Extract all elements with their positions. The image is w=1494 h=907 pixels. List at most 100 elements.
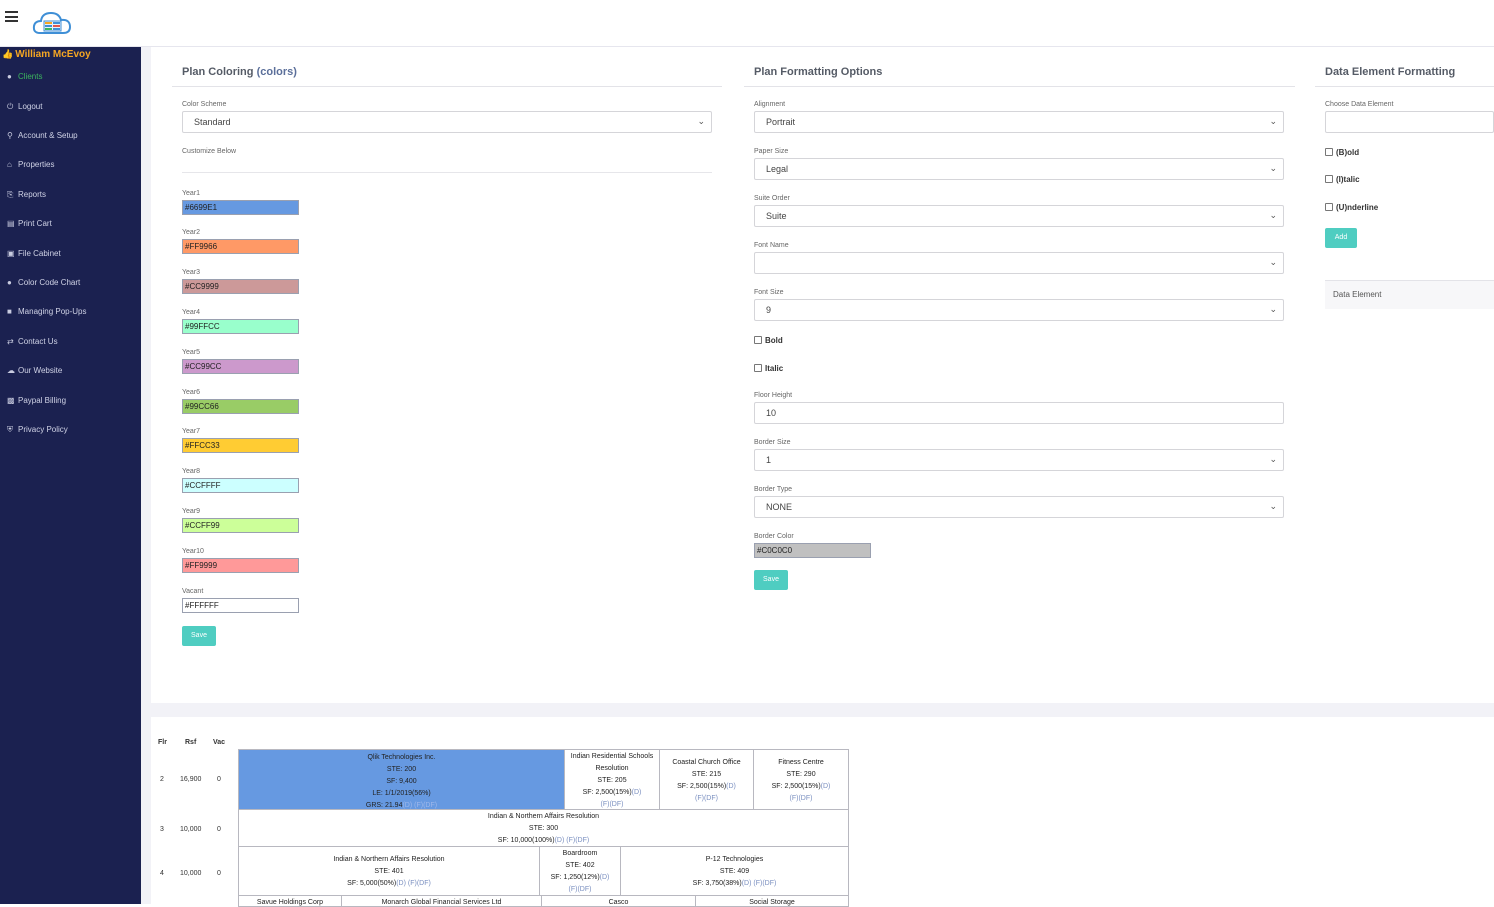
d-link[interactable]: (D) bbox=[396, 880, 406, 887]
sidebar-item-our-website[interactable]: ☁ Our Website bbox=[7, 366, 62, 375]
year7-color-input[interactable]: #FFCC33 bbox=[182, 438, 299, 453]
user-name[interactable]: 👍 William McEvoy bbox=[2, 49, 91, 60]
suite-cell[interactable]: Casco bbox=[541, 895, 696, 907]
sidebar-item-logout[interactable]: ⏻ Logout bbox=[7, 102, 42, 112]
df-link[interactable]: (DF) bbox=[762, 880, 776, 887]
df-link[interactable]: (DF) bbox=[798, 795, 812, 802]
df-link[interactable]: (DF) bbox=[609, 801, 623, 808]
year5-label: Year5 bbox=[182, 349, 201, 356]
border-size-label: Border Size bbox=[754, 439, 791, 446]
f-link[interactable]: (F) bbox=[566, 837, 575, 844]
font-name-select[interactable]: ⌄ bbox=[754, 252, 1284, 274]
vacant-color-input[interactable]: #FFFFFF bbox=[182, 598, 299, 613]
d-link[interactable]: (D) bbox=[742, 880, 752, 887]
settings-panel: Plan Coloring (colors) Color Scheme Stan… bbox=[151, 47, 1494, 703]
divider bbox=[172, 86, 722, 87]
suite-cell[interactable]: P-12 Technologies STE: 409 SF: 3,750(38%… bbox=[620, 846, 849, 896]
d-link[interactable]: (D) bbox=[600, 874, 610, 881]
year4-color-input[interactable]: #99FFCC bbox=[182, 319, 299, 334]
suite-cell[interactable]: Indian Residential Schools Resolution ST… bbox=[564, 749, 660, 810]
sidebar-item-file-cabinet[interactable]: ▣ File Cabinet bbox=[7, 249, 61, 258]
checkbox-box[interactable] bbox=[754, 336, 762, 344]
home-icon: ⌂ bbox=[7, 160, 12, 169]
floor-height-input[interactable]: 10 bbox=[754, 402, 1284, 424]
border-type-select[interactable]: NONE ⌄ bbox=[754, 496, 1284, 518]
sidebar-item-paypal-billing[interactable]: ▩ Paypal Billing bbox=[7, 396, 66, 405]
year3-color-input[interactable]: #CC9999 bbox=[182, 279, 299, 294]
suite-cell[interactable]: Coastal Church Office STE: 215 SF: 2,500… bbox=[659, 749, 754, 810]
df-link[interactable]: (DF) bbox=[417, 880, 431, 887]
suite-cell[interactable]: Monarch Global Financial Services Ltd bbox=[341, 895, 542, 907]
sidebar-item-contact-us[interactable]: ⇄ Contact Us bbox=[7, 337, 58, 346]
sidebar-item-clients[interactable]: ● Clients bbox=[7, 72, 42, 81]
border-size-select[interactable]: 1 ⌄ bbox=[754, 449, 1284, 471]
year8-color-input[interactable]: #CCFFFF bbox=[182, 478, 299, 493]
choose-data-element-select[interactable] bbox=[1325, 111, 1494, 133]
df-link[interactable]: (DF) bbox=[423, 802, 437, 809]
border-color-input[interactable]: #C0C0C0 bbox=[754, 543, 871, 558]
f-link[interactable]: (F) bbox=[408, 880, 417, 887]
formatting-save-button[interactable]: Save bbox=[754, 570, 788, 590]
hamburger-menu-icon[interactable] bbox=[5, 11, 18, 22]
sidebar-item-color-code-chart[interactable]: ● Color Code Chart bbox=[7, 278, 80, 287]
bold-checkbox[interactable]: Bold bbox=[754, 336, 783, 345]
d-link[interactable]: (D) bbox=[726, 783, 736, 790]
year9-color-input[interactable]: #CCFF99 bbox=[182, 518, 299, 533]
italic-checkbox[interactable]: Italic bbox=[754, 364, 783, 373]
df-link[interactable]: (DF) bbox=[704, 795, 718, 802]
suite-order-select[interactable]: Suite ⌄ bbox=[754, 205, 1284, 227]
year4-label: Year4 bbox=[182, 309, 201, 316]
checkbox-box[interactable] bbox=[1325, 175, 1333, 183]
power-icon: ⏻ bbox=[7, 102, 14, 111]
d-link[interactable]: (D) bbox=[632, 789, 642, 796]
year6-label: Year6 bbox=[182, 389, 201, 396]
d-link[interactable]: (D) bbox=[402, 802, 412, 809]
checkbox-box[interactable] bbox=[1325, 203, 1333, 211]
de-underline-checkbox[interactable]: (U)nderline bbox=[1325, 203, 1378, 212]
sidebar-item-managing-pop-ups[interactable]: ■ Managing Pop-Ups bbox=[7, 307, 86, 316]
year1-color-input[interactable]: #6699E1 bbox=[182, 200, 299, 215]
f-link[interactable]: (F) bbox=[695, 795, 704, 802]
colors-link[interactable]: (colors) bbox=[257, 66, 297, 78]
suite-cell[interactable]: Social Storage bbox=[695, 895, 849, 907]
checkbox-box[interactable] bbox=[754, 364, 762, 372]
alignment-select[interactable]: Portrait ⌄ bbox=[754, 111, 1284, 133]
d-link[interactable]: (D) bbox=[821, 783, 831, 790]
year6-color-input[interactable]: #99CC66 bbox=[182, 399, 299, 414]
sidebar-item-reports[interactable]: ⎘ Reports bbox=[7, 190, 46, 200]
cloud-spreadsheet-logo-icon[interactable] bbox=[32, 9, 72, 37]
border-type-label: Border Type bbox=[754, 486, 793, 493]
suite-cell[interactable]: Savue Holdings Corp bbox=[238, 895, 342, 907]
choose-data-element-label: Choose Data Element bbox=[1325, 101, 1394, 108]
add-data-element-button[interactable]: Add bbox=[1325, 228, 1357, 248]
year2-label: Year2 bbox=[182, 229, 201, 236]
year2-color-input[interactable]: #FF9966 bbox=[182, 239, 299, 254]
d-link[interactable]: (D) bbox=[555, 837, 565, 844]
f-link[interactable]: (F) bbox=[753, 880, 762, 887]
suite-cell[interactable]: Fitness Centre STE: 290 SF: 2,500(15%)(D… bbox=[753, 749, 849, 810]
f-link[interactable]: (F) bbox=[414, 802, 423, 809]
year9-label: Year9 bbox=[182, 508, 201, 515]
year5-color-input[interactable]: #CC99CC bbox=[182, 359, 299, 374]
sidebar-item-account-setup[interactable]: ⚲ Account & Setup bbox=[7, 131, 78, 140]
year10-color-input[interactable]: #FF9999 bbox=[182, 558, 299, 573]
de-italic-checkbox[interactable]: (I)talic bbox=[1325, 175, 1360, 184]
checkbox-box[interactable] bbox=[1325, 148, 1333, 156]
color-scheme-select[interactable]: Standard ⌄ bbox=[182, 111, 712, 133]
suite-cell[interactable]: Boardroom STE: 402 SF: 1,250(12%)(D) (F)… bbox=[539, 846, 621, 896]
suite-cell[interactable]: Indian & Northern Affairs Resolution STE… bbox=[238, 846, 540, 896]
font-size-select[interactable]: 9 ⌄ bbox=[754, 299, 1284, 321]
sidebar-item-properties[interactable]: ⌂ Properties bbox=[7, 160, 54, 169]
floor-rsf: 10,000 bbox=[180, 870, 202, 877]
suite-cell[interactable]: Indian & Northern Affairs Resolution STE… bbox=[238, 809, 849, 847]
df-link[interactable]: (DF) bbox=[577, 886, 591, 893]
paper-size-select[interactable]: Legal ⌄ bbox=[754, 158, 1284, 180]
suite-cell[interactable]: Qlik Technologies Inc. STE: 200 SF: 9,40… bbox=[238, 749, 565, 810]
chevron-down-icon: ⌄ bbox=[1269, 304, 1277, 314]
de-bold-checkbox[interactable]: (B)old bbox=[1325, 148, 1359, 157]
sidebar-item-print-cart[interactable]: ▤ Print Cart bbox=[7, 219, 52, 228]
coloring-save-button[interactable]: Save bbox=[182, 626, 216, 646]
sidebar-item-privacy-policy[interactable]: ⛨ Privacy Policy bbox=[7, 425, 68, 435]
top-bar bbox=[0, 0, 1494, 47]
df-link[interactable]: (DF) bbox=[575, 837, 589, 844]
